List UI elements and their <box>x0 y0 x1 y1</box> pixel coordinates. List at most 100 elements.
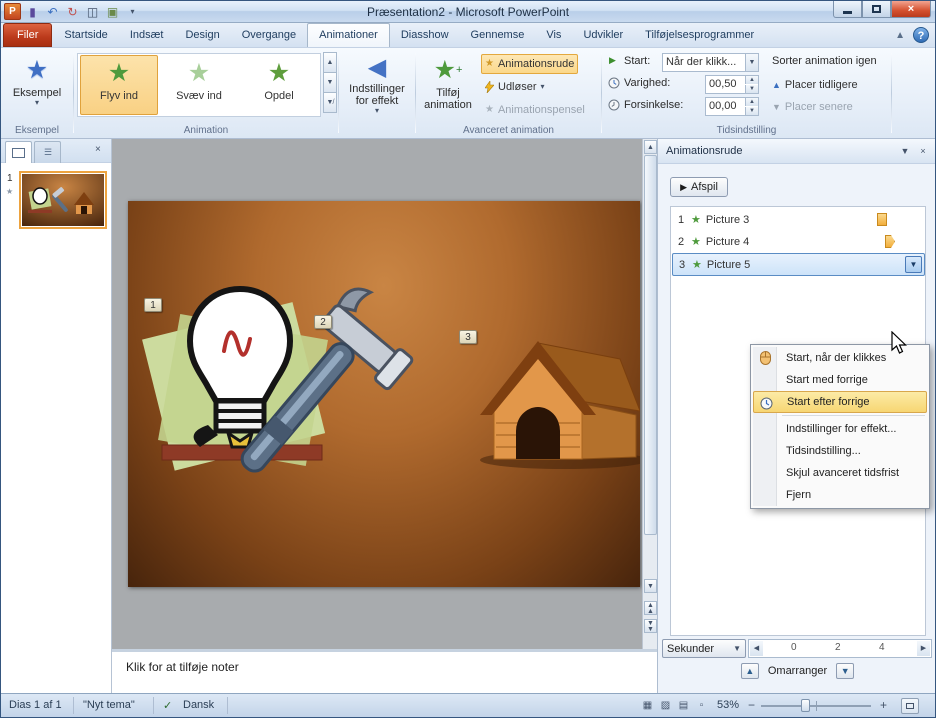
gallery-more-button[interactable]: ▼̸ <box>323 92 337 113</box>
tab-startside[interactable]: Startside <box>53 24 118 47</box>
reorder-down-button[interactable]: ▼ <box>836 663 854 679</box>
delay-spinner[interactable]: 00,00 ▲ ▼ <box>705 97 759 116</box>
zoom-in-button[interactable]: + <box>875 698 892 714</box>
theme-name[interactable]: "Nyt tema" <box>83 699 135 711</box>
play-button[interactable]: ▶ Afspil <box>670 177 728 197</box>
previous-slide-icon[interactable]: ▲▲ <box>644 601 657 615</box>
zoom-slider-thumb[interactable] <box>801 699 810 712</box>
tab-animationer[interactable]: Animationer <box>307 23 390 47</box>
gallery-scroll-down-button[interactable]: ▼ <box>323 72 337 93</box>
scroll-up-icon[interactable]: ▲ <box>644 140 657 154</box>
clipart-doghouse[interactable] <box>480 341 640 469</box>
tab-gennemse[interactable]: Gennemse <box>460 24 536 47</box>
tab-design[interactable]: Design <box>174 24 230 47</box>
slide-scrollbar[interactable]: ▲ ▼ ▲▲ ▼▼ <box>642 139 657 649</box>
minimize-button[interactable] <box>833 1 862 18</box>
delay-up-icon[interactable]: ▲ <box>745 98 758 106</box>
menu-start-with-previous[interactable]: Start med forrige <box>753 369 927 391</box>
menu-start-after-previous[interactable]: Start efter forrige <box>753 391 927 413</box>
trigger-button[interactable]: Udløser ▾ <box>481 77 549 97</box>
close-button[interactable]: × <box>891 1 931 18</box>
slide-thumbnail[interactable] <box>19 171 107 229</box>
tab-udvikler[interactable]: Udvikler <box>572 24 634 47</box>
outline-tab[interactable]: ☰ <box>34 141 61 163</box>
move-earlier-label: Placer tidligere <box>785 76 858 94</box>
timeline-right-icon[interactable]: ▶ <box>917 641 930 656</box>
notes-pane[interactable]: Klik for at tilføje noter <box>112 649 657 693</box>
tab-vis[interactable]: Vis <box>535 24 572 47</box>
animation-item-2[interactable]: 2 ★ Picture 4 <box>672 231 924 253</box>
zoom-level[interactable]: 53% <box>717 699 739 711</box>
opdel-label: Opdel <box>264 90 293 102</box>
gallery-item-flyv-ind[interactable]: ★ Flyv ind <box>80 55 158 115</box>
seconds-dropdown[interactable]: Sekunder ▼ <box>662 639 746 658</box>
slideshow-view-button[interactable]: ▫ <box>693 698 710 714</box>
animation-painter-button[interactable]: ★ Animationspensel <box>481 100 589 120</box>
preview-button[interactable]: ★ Eksempel ▾ <box>9 52 65 122</box>
animation-item-2-timing-bar[interactable] <box>885 235 895 248</box>
animation-badge-3[interactable]: 3 <box>459 330 477 344</box>
window-controls: × <box>833 1 931 18</box>
gallery-scroll-controls: ▲ ▼ ▼̸ <box>323 53 337 117</box>
menu-effect-options[interactable]: Indstillinger for effekt... <box>753 418 927 440</box>
move-earlier-button[interactable]: ▲ Placer tidligere <box>768 75 862 95</box>
close-slides-panel-icon[interactable]: × <box>95 144 101 155</box>
gallery-item-opdel[interactable]: ★ Opdel <box>240 55 318 115</box>
effect-options-dropdown-icon: ▾ <box>375 107 379 115</box>
tab-indsaet[interactable]: Indsæt <box>119 24 175 47</box>
help-button[interactable]: ? <box>913 27 929 43</box>
zoom-out-button[interactable]: − <box>743 698 760 714</box>
slides-tab[interactable] <box>5 141 32 163</box>
slide-sorter-view-button[interactable]: ▨ <box>657 698 674 714</box>
spellcheck-icon[interactable]: ✓ <box>163 699 172 712</box>
animation-item-1[interactable]: 1 ★ Picture 3 <box>672 209 924 231</box>
animation-item-3[interactable]: 3 ★ Picture 5 ▼ <box>672 253 925 276</box>
tab-tilfojelsesprogrammer[interactable]: Tilføjelsesprogrammer <box>634 24 765 47</box>
move-later-button[interactable]: ▼ Placer senere <box>768 97 857 117</box>
scrollbar-thumb[interactable] <box>644 155 657 535</box>
mouse-icon <box>757 350 774 366</box>
effect-options-button[interactable]: ◀ Indstillinger for effekt ▾ <box>342 52 412 122</box>
language-indicator[interactable]: Dansk <box>183 699 214 711</box>
pane-menu-icon[interactable]: ▼ <box>897 144 913 159</box>
add-animation-button[interactable]: ★+ Tilføj animation <box>419 52 477 122</box>
menu-remove[interactable]: Fjern <box>753 484 927 506</box>
collapse-ribbon-icon[interactable]: ▲ <box>895 30 905 41</box>
ribbon: ★ Eksempel ▾ Eksempel ★ Flyv ind ★ Svæv … <box>1 48 935 139</box>
clipart-bulb-character[interactable] <box>142 289 328 471</box>
normal-view-button[interactable]: ▦ <box>639 698 656 714</box>
tab-diasshow[interactable]: Diasshow <box>390 24 460 47</box>
duration-value: 00,50 <box>706 76 745 93</box>
delay-down-icon[interactable]: ▼ <box>745 107 758 115</box>
next-slide-icon[interactable]: ▼▼ <box>644 619 657 633</box>
duration-clock-icon <box>608 77 620 89</box>
scroll-down-icon[interactable]: ▼ <box>644 579 657 593</box>
animation-item-3-dropdown-button[interactable]: ▼ <box>905 256 922 273</box>
pane-close-icon[interactable]: × <box>915 144 931 159</box>
duration-spinner[interactable]: 00,50 ▲ ▼ <box>705 75 759 94</box>
status-bar: Dias 1 af 1 "Nyt tema" ✓ Dansk ▦ ▨ ▤ ▫ 5… <box>1 693 935 717</box>
duration-up-icon[interactable]: ▲ <box>745 76 758 84</box>
seconds-dropdown-icon: ▼ <box>733 645 741 653</box>
start-combo[interactable]: Når der klikk... ▼ <box>662 53 759 72</box>
fit-to-window-button[interactable] <box>901 698 919 714</box>
animation-item-3-label: Picture 5 <box>707 254 750 276</box>
reorder-up-button[interactable]: ▲ <box>741 663 759 679</box>
reading-view-button[interactable]: ▤ <box>675 698 692 714</box>
reorder-animation-header: Sorter animation igen <box>772 55 877 67</box>
start-row-icon: ▶ <box>609 55 616 66</box>
duration-down-icon[interactable]: ▼ <box>745 85 758 93</box>
animation-badge-2[interactable]: 2 <box>314 315 332 329</box>
timeline-left-icon[interactable]: ◀ <box>750 641 763 656</box>
tab-overgange[interactable]: Overgange <box>231 24 307 47</box>
maximize-button[interactable] <box>862 1 891 18</box>
tab-filer[interactable]: Filer <box>3 23 52 47</box>
gallery-item-svaev-ind[interactable]: ★ Svæv ind <box>160 55 238 115</box>
gallery-scroll-up-button[interactable]: ▲ <box>323 52 337 73</box>
slide-canvas[interactable]: 1 2 3 <box>128 201 640 587</box>
animation-badge-1[interactable]: 1 <box>144 298 162 312</box>
menu-hide-advanced-timeline[interactable]: Skjul avanceret tidsfrist <box>753 462 927 484</box>
animation-item-1-timing-bar[interactable] <box>877 213 887 226</box>
animation-pane-toggle-button[interactable]: ★ Animationsrude <box>481 54 578 74</box>
menu-timing[interactable]: Tidsindstilling... <box>753 440 927 462</box>
